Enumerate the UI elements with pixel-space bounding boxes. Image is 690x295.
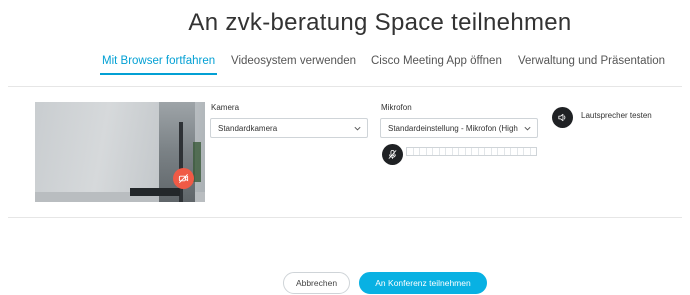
speaker-icon[interactable] [552,107,573,128]
divider [8,217,682,218]
divider [8,86,682,87]
camera-off-icon[interactable] [173,168,194,189]
tab-meeting-app[interactable]: Cisco Meeting App öffnen [371,55,502,77]
cancel-button[interactable]: Abbrechen [283,272,350,294]
microphone-select-value: Standardeinstellung - Mikrofon (High [388,123,518,133]
microphone-select[interactable]: Standardeinstellung - Mikrofon (High [380,118,538,138]
chevron-down-icon [524,126,531,131]
page-title: An zvk-beratung Space teilnehmen [188,9,572,36]
microphone-level-meter [406,147,537,156]
tab-management[interactable]: Verwaltung und Präsentation [518,55,665,77]
tab-video-system[interactable]: Videosystem verwenden [231,55,356,77]
camera-label: Kamera [211,103,240,112]
speaker-test-label[interactable]: Lautsprecher testen [581,111,652,120]
tab-browser[interactable]: Mit Browser fortfahren [99,55,218,77]
microphone-label: Mikrofon [381,103,412,112]
microphone-muted-icon[interactable] [382,144,403,165]
chevron-down-icon [354,126,361,131]
join-meeting-button[interactable]: An Konferenz teilnehmen [359,272,487,294]
camera-select[interactable]: Standardkamera [210,118,368,138]
camera-select-value: Standardkamera [218,123,278,133]
